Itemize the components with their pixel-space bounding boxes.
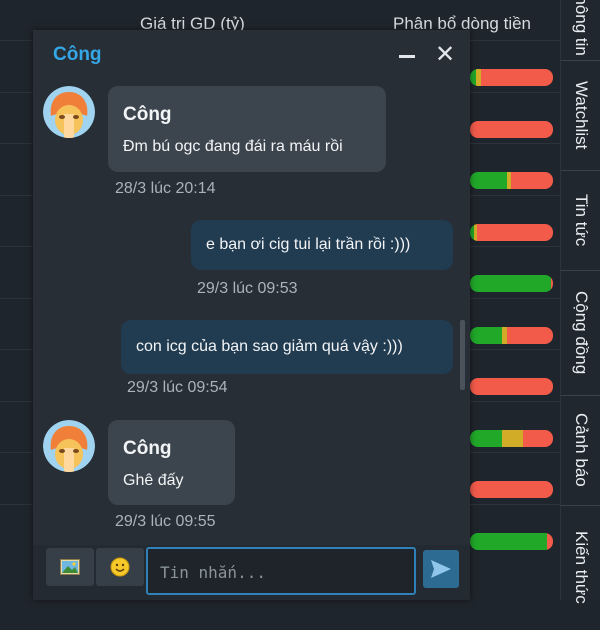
- flow-segment-sell: [511, 172, 553, 189]
- message-bubble: Công Đm bú ogc đang đái ra máu rồi: [108, 86, 386, 172]
- flow-segment-buy: [470, 275, 551, 292]
- chat-title[interactable]: Công: [53, 44, 102, 66]
- message-text: Đm bú ogc đang đái ra máu rồi: [123, 138, 343, 155]
- money-flow-bar: [470, 223, 553, 241]
- tab-alerts[interactable]: Cảnh báo: [561, 395, 600, 506]
- message-bubble-outgoing: e bạn ơi cig tui lại trần rồi :))): [191, 220, 453, 270]
- emoji-button[interactable]: [96, 548, 144, 586]
- tab-news[interactable]: Tin tức: [561, 170, 600, 271]
- flow-segment-neutral: [501, 429, 524, 447]
- flow-segment-sell: [547, 532, 553, 550]
- close-icon[interactable]: ✕: [433, 43, 457, 67]
- flow-segment-buy: [470, 429, 502, 447]
- money-flow-bar: [470, 481, 553, 498]
- send-button[interactable]: [423, 550, 459, 588]
- message-bubble-outgoing: con icg của bạn sao giảm quá vậy :))): [121, 320, 453, 374]
- chat-window: Công ✕ Công Đm bú ogc đang đái ra máu rồ…: [33, 30, 470, 600]
- money-flow-bar: [470, 120, 553, 138]
- flow-segment-sell: [470, 120, 553, 138]
- chat-scrollbar[interactable]: [460, 320, 465, 390]
- emoji-icon: [110, 557, 130, 577]
- chat-footer: [33, 545, 470, 600]
- message-input[interactable]: [146, 547, 416, 595]
- tab-community[interactable]: Cộng đồng: [561, 270, 600, 396]
- avatar[interactable]: [43, 420, 95, 472]
- send-icon: [431, 560, 451, 578]
- flow-segment-sell: [506, 326, 553, 344]
- message-text: con icg của bạn sao giảm quá vậy :))): [136, 338, 403, 355]
- right-sidebar: Thông tin Watchlist Tin tức Cộng đồng Cả…: [560, 0, 600, 604]
- flow-segment-buy: [470, 326, 502, 344]
- money-flow-bar: [470, 172, 553, 189]
- avatar[interactable]: [43, 86, 95, 138]
- flow-segment-sell: [550, 275, 553, 292]
- message-time: 29/3 lúc 09:54: [127, 379, 228, 396]
- money-flow-bar: [470, 326, 553, 344]
- flow-segment-buy: [470, 532, 548, 550]
- minimize-icon[interactable]: [395, 44, 419, 68]
- message-text: Ghê đấy: [123, 472, 184, 489]
- money-flow-bar: [470, 532, 553, 550]
- tab-info[interactable]: Thông tin: [561, 0, 600, 61]
- message-sender: Công: [123, 104, 172, 125]
- flow-segment-sell: [523, 429, 553, 447]
- money-flow-bar: [470, 275, 553, 292]
- money-flow-bar: [470, 378, 553, 395]
- message-time: 29/3 lúc 09:55: [115, 513, 216, 530]
- money-flow-bar: [470, 429, 553, 447]
- message-bubble: Công Ghê đấy: [108, 420, 235, 505]
- image-icon: [60, 559, 80, 575]
- flow-segment-sell: [470, 481, 553, 498]
- tab-watchlist[interactable]: Watchlist: [561, 60, 600, 171]
- message-time: 29/3 lúc 09:53: [197, 280, 298, 297]
- message-sender: Công: [123, 438, 172, 459]
- message-text: e bạn ơi cig tui lại trần rồi :))): [206, 236, 411, 253]
- flow-segment-buy: [470, 172, 508, 189]
- image-upload-button[interactable]: [46, 548, 94, 586]
- flow-segment-sell: [480, 69, 553, 86]
- flow-segment-sell: [476, 223, 553, 241]
- flow-segment-sell: [470, 378, 553, 395]
- tab-knowledge[interactable]: Kiến thức: [561, 505, 600, 630]
- chat-header: Công ✕: [33, 30, 470, 80]
- message-time: 28/3 lúc 20:14: [115, 180, 216, 197]
- money-flow-bar: [470, 69, 553, 86]
